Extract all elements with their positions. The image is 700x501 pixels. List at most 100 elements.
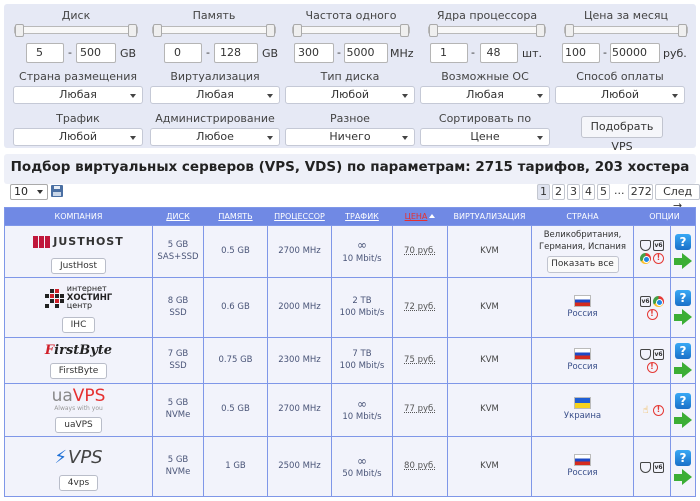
memory-slider-min-handle[interactable] [153,24,162,37]
next-page-button[interactable]: След → [655,184,700,212]
misc-select[interactable]: Ничего [285,128,415,146]
disk-slider[interactable] [14,24,138,37]
traffic-speed: 10 Mbit/s [342,412,382,423]
save-icon[interactable] [51,185,63,197]
column-memory[interactable]: ПАМЯТЬ [204,208,267,225]
go-arrow-icon[interactable] [674,468,692,485]
restriction-icon[interactable]: ! [653,404,664,416]
price-max-input[interactable]: 50000 [610,43,660,63]
memory-slider[interactable] [152,24,276,37]
memory-min-input[interactable]: 0 [164,43,202,63]
ddos-protection-icon[interactable] [640,239,651,251]
column-cpu[interactable]: ПРОЦЕССОР [268,208,331,225]
details-question-button[interactable]: ? [675,234,691,250]
browser-icon[interactable] [640,252,651,264]
payment-select[interactable]: Любой [555,86,685,104]
cores-slider[interactable] [428,24,546,37]
details-question-button[interactable]: ? [675,290,691,306]
cores-max-input[interactable]: 48 [480,43,518,63]
traffic-select[interactable]: Любой [13,128,143,146]
memory-value: 0.6 GB [221,301,250,312]
disk-slider-max-handle[interactable] [128,24,137,37]
country-select[interactable]: Любая [13,86,143,104]
price-slider[interactable] [564,24,688,37]
column-options: ОПЦИИ [649,212,680,221]
virtualization-select[interactable]: Любая [150,86,280,104]
page-272[interactable]: 272 [627,184,654,200]
go-arrow-icon[interactable] [674,362,692,378]
restriction-icon[interactable]: ! [646,308,658,320]
ipv6-icon[interactable]: v6 [653,348,664,360]
details-question-button[interactable]: ? [675,392,691,409]
page-2[interactable]: 2 [552,184,565,200]
admin-select[interactable]: Любое [150,128,280,146]
disk-max-input[interactable]: 500 [76,43,116,63]
ipv6-icon[interactable]: v6 [653,461,664,473]
restriction-icon[interactable]: ! [646,361,658,373]
ddos-protection-icon[interactable] [640,348,651,360]
country-label: Страна размещения [19,70,137,83]
hand-icon[interactable]: ☝ [640,405,651,416]
cpu-freq-max-input[interactable]: 5000 [344,43,388,63]
company-name-button[interactable]: uaVPS [55,416,102,433]
per-page-select[interactable]: 10 [10,184,48,200]
cpu-freq-slider-min-handle[interactable] [293,24,302,37]
ipv6-icon[interactable]: v6 [653,239,664,251]
column-price[interactable]: ЦЕНА [393,208,447,225]
sort-select[interactable]: Цене [420,128,550,146]
disk-slider-min-handle[interactable] [15,24,24,37]
price-value[interactable]: 75 руб. [404,355,436,367]
price-value[interactable]: 72 руб. [404,302,436,314]
details-question-button[interactable]: ? [675,449,691,466]
show-all-countries-button[interactable]: Показать все [546,256,619,274]
cores-slider-max-handle[interactable] [536,24,545,37]
disk-size: 5 GB [167,239,189,250]
os-select[interactable]: Любая [420,86,550,104]
cpu-freq-slider-max-handle[interactable] [400,24,409,37]
page-3[interactable]: 3 [567,184,580,200]
column-disk[interactable]: ДИСК [153,208,203,225]
ukraine-flag-icon [574,397,591,410]
find-vps-button[interactable]: Подобрать VPS [581,116,663,153]
browser-icon[interactable] [653,295,664,307]
disk-min-input[interactable]: 5 [26,43,64,63]
firstbyte-logo[interactable]: FirstByte [45,343,112,361]
cores-slider-min-handle[interactable] [429,24,438,37]
restriction-icon[interactable]: ! [653,252,664,264]
page-5[interactable]: 5 [597,184,610,200]
company-name-button[interactable]: JustHost [50,258,107,274]
company-name-button[interactable]: 4vps [58,474,99,491]
table-row: ⚡ VPS 4vps 5 GB NVMe 1 GB 2500 MHz ∞ 50 Mbi… [5,437,695,496]
company-name-button[interactable]: IHC [61,317,96,333]
cpu-value: 2300 MHz [278,354,321,365]
4vps-logo[interactable]: ⚡ VPS [54,444,102,472]
misc-label: Разное [330,112,370,125]
cores-min-input[interactable]: 1 [430,43,468,63]
cpu-freq-slider[interactable] [292,24,410,37]
price-slider-min-handle[interactable] [565,24,574,37]
price-min-input[interactable]: 100 [562,43,600,63]
price-value[interactable]: 77 руб. [404,404,436,416]
memory-slider-max-handle[interactable] [266,24,275,37]
company-name-button[interactable]: FirstByte [49,362,108,379]
go-arrow-icon[interactable] [674,309,692,325]
page-1[interactable]: 1 [537,184,550,200]
page-4[interactable]: 4 [582,184,595,200]
uavps-logo[interactable]: uaVPS Always with you [52,387,106,414]
virtualization-value: KVM [480,354,499,365]
price-value[interactable]: 70 руб. [404,246,436,258]
go-arrow-icon[interactable] [674,253,692,269]
disk-type-select[interactable]: Любой [285,86,415,104]
ihc-logo[interactable]: интернет ХОСТИНГ центр [44,282,112,314]
column-traffic[interactable]: ТРАФИК [332,208,392,225]
admin-filter: Администрирование Любое [150,112,280,146]
memory-max-input[interactable]: 128 [214,43,258,63]
go-arrow-icon[interactable] [674,411,692,428]
cpu-freq-min-input[interactable]: 300 [294,43,334,63]
justhost-logo[interactable]: JUSTHOST [33,229,123,255]
price-value[interactable]: 80 руб. [404,461,436,473]
ddos-protection-icon[interactable] [640,461,651,473]
ipv6-icon[interactable]: v6 [640,295,651,307]
price-slider-max-handle[interactable] [678,24,687,37]
details-question-button[interactable]: ? [675,343,691,359]
